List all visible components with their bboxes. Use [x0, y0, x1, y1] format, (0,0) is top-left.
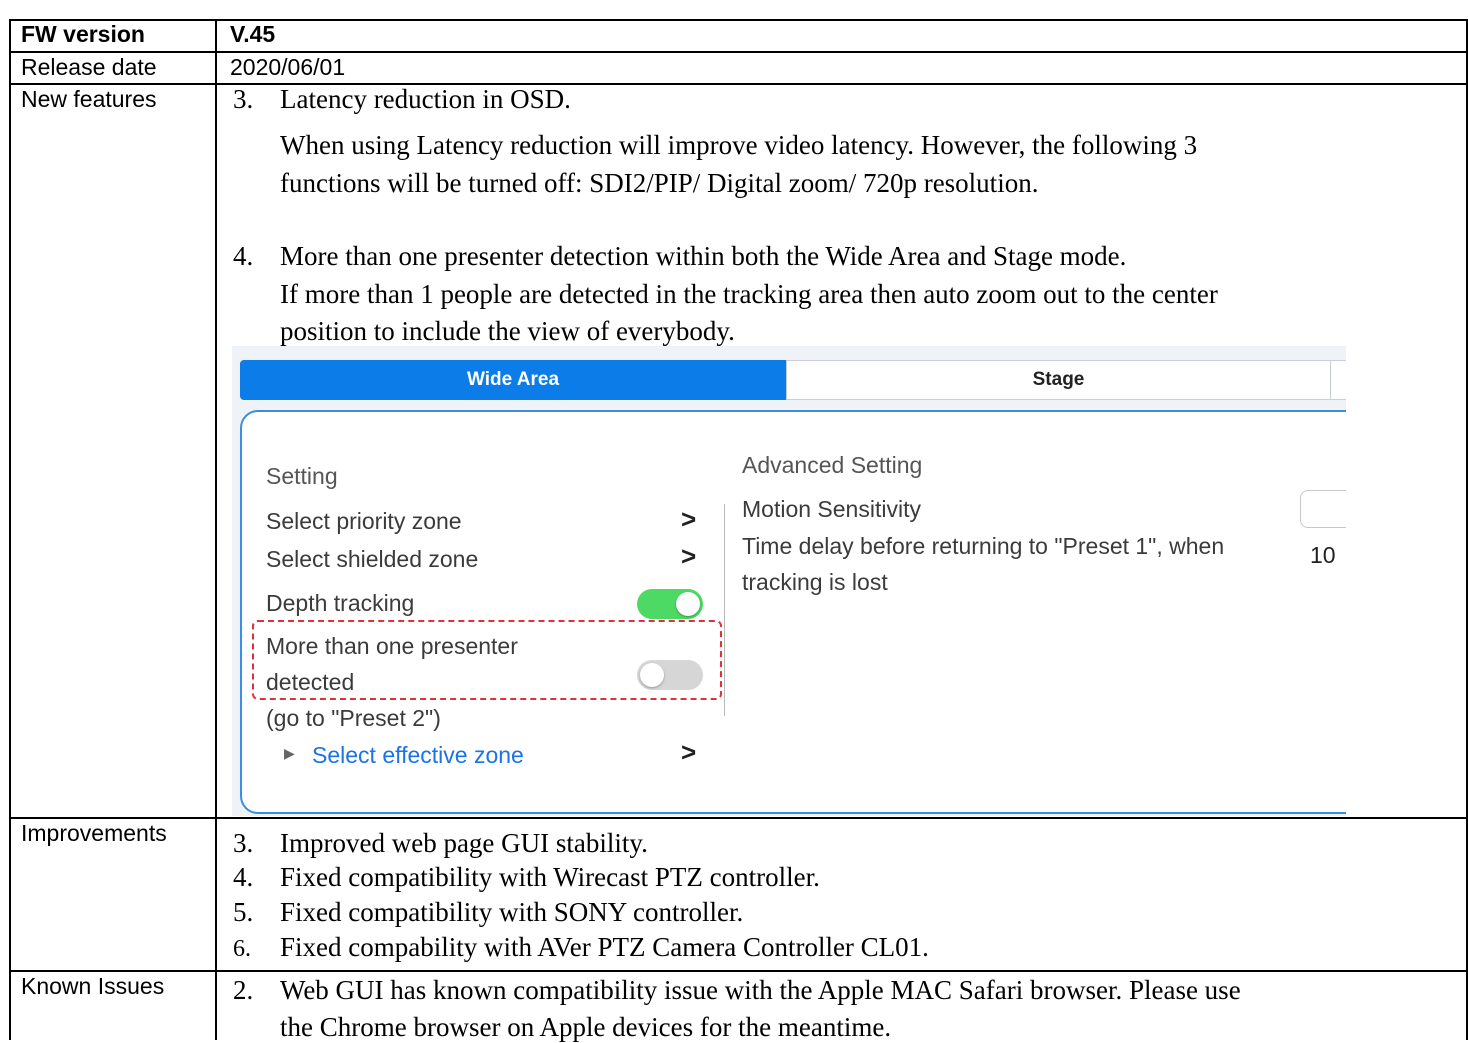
improvement-item: Fixed compability with AVer PTZ Camera C… — [280, 932, 929, 962]
known-issue-item: Web GUI has known compatibility issue wi… — [280, 975, 1241, 1005]
toggle-knob — [640, 663, 664, 687]
motion-sensitivity-input[interactable] — [1300, 490, 1346, 528]
feature-description: If more than 1 people are detected in th… — [280, 279, 1218, 309]
new-features-label: New features — [21, 86, 157, 112]
multi-presenter-toggle[interactable] — [637, 660, 703, 690]
feature-title: More than one presenter detection within… — [280, 241, 1127, 271]
known-issue-item: the Chrome browser on Apple devices for … — [280, 1012, 892, 1042]
feature-description: position to include the view of everybod… — [280, 316, 735, 346]
release-date-label: Release date — [21, 54, 157, 80]
go-to-preset-note: (go to "Preset 2") — [266, 705, 441, 731]
time-delay-value[interactable]: 10 — [1310, 542, 1336, 569]
release-date-value: 2020/06/01 — [230, 54, 346, 80]
advanced-setting-heading: Advanced Setting — [742, 452, 923, 478]
table-row-border — [9, 817, 1468, 819]
feature-description: functions will be turned off: SDI2/PIP/ … — [280, 168, 1039, 198]
feature-title: Latency reduction in OSD. — [280, 84, 571, 114]
depth-tracking-toggle[interactable] — [637, 589, 703, 619]
select-priority-zone[interactable]: Select priority zone — [266, 508, 462, 535]
toggle-knob — [676, 592, 700, 616]
chevron-right-icon[interactable]: > — [681, 504, 696, 535]
table-row-border — [9, 51, 1468, 53]
tab-wide-area[interactable]: Wide Area — [240, 360, 786, 400]
table-row-border — [9, 970, 1468, 972]
column-divider — [724, 504, 725, 716]
table-column-divider — [215, 19, 217, 1040]
chevron-right-icon[interactable]: > — [681, 541, 696, 572]
multi-presenter-label: More than one presenter — [266, 633, 518, 659]
known-issues-label: Known Issues — [21, 973, 165, 999]
feature-description: When using Latency reduction will improv… — [280, 130, 1198, 160]
improvement-number: 3. — [233, 828, 254, 858]
improvement-number: 5. — [233, 897, 254, 927]
tab-stage[interactable]: Stage — [786, 360, 1331, 400]
improvement-number: 6. — [233, 936, 251, 962]
known-issue-number: 2. — [233, 975, 254, 1005]
embedded-settings-screenshot: Wide Area Stage Setting Select priority … — [232, 346, 1346, 816]
table-left-border — [9, 19, 11, 1040]
improvements-label: Improvements — [21, 820, 167, 846]
feature-number: 4. — [233, 241, 254, 271]
improvement-item: Improved web page GUI stability. — [280, 828, 648, 858]
setting-heading: Setting — [266, 463, 338, 489]
tab-next[interactable] — [1331, 360, 1346, 400]
multi-presenter-label-cont: detected — [266, 669, 355, 695]
feature-number: 3. — [233, 84, 254, 114]
time-delay-label-cont: tracking is lost — [742, 569, 888, 595]
table-row-border — [9, 83, 1468, 85]
settings-card: Setting Select priority zone > Select sh… — [240, 410, 1346, 814]
improvement-number: 4. — [233, 862, 254, 892]
depth-tracking-label: Depth tracking — [266, 590, 415, 616]
triangle-right-icon[interactable]: ▶ — [284, 745, 295, 762]
select-effective-zone-link[interactable]: Select effective zone — [312, 742, 524, 769]
select-shielded-zone[interactable]: Select shielded zone — [266, 546, 478, 573]
table-top-border — [9, 19, 1468, 21]
fw-version-label: FW version — [21, 21, 145, 47]
fw-version-value: V.45 — [230, 21, 276, 47]
improvement-item: Fixed compatibility with SONY controller… — [280, 897, 744, 927]
improvement-item: Fixed compatibility with Wirecast PTZ co… — [280, 862, 820, 892]
chevron-right-icon[interactable]: > — [681, 737, 696, 768]
time-delay-label: Time delay before returning to "Preset 1… — [742, 533, 1225, 559]
motion-sensitivity-label: Motion Sensitivity — [742, 496, 921, 522]
